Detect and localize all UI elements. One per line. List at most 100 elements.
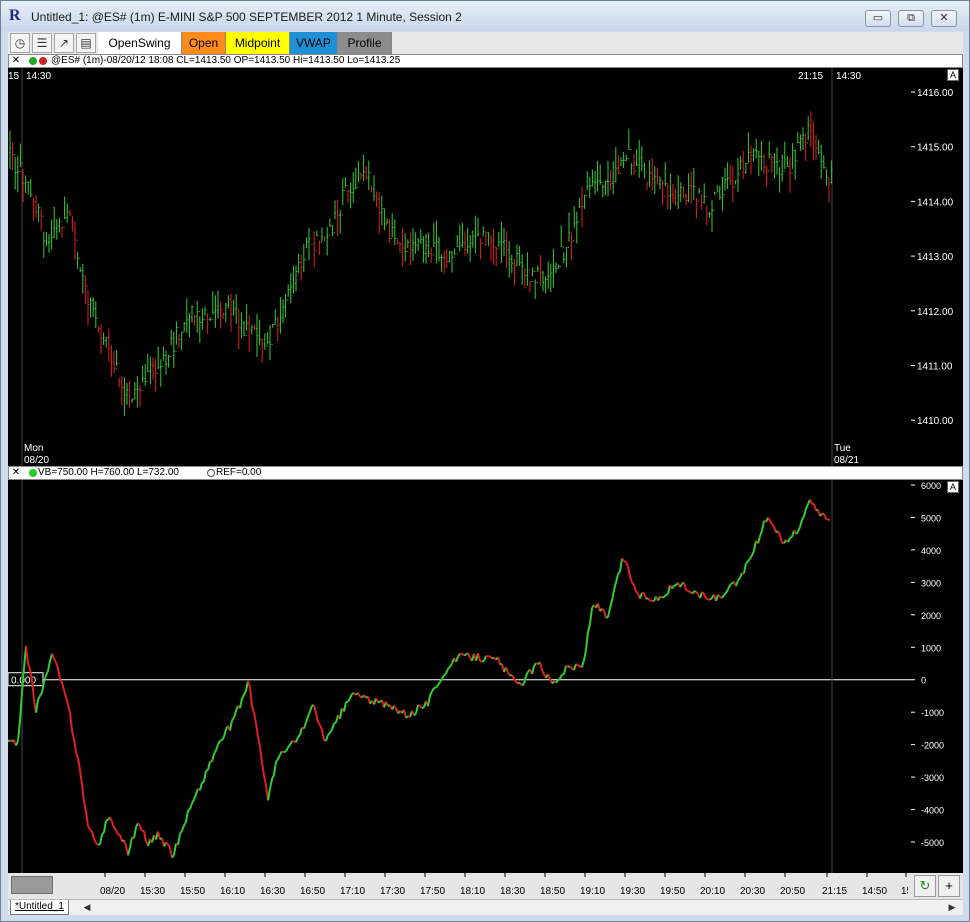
close-pane-icon[interactable]: ✕ bbox=[11, 467, 21, 479]
time-axis-label: 17:30 bbox=[380, 886, 405, 897]
indicator-segment bbox=[289, 740, 293, 746]
list-icon[interactable]: ▤ bbox=[76, 33, 96, 53]
price-chart[interactable]: 15 14:30 21:15 14:30 Mon 08/20 Tue 08/21 bbox=[8, 68, 911, 466]
indicator-segment bbox=[511, 674, 515, 680]
y-tick-label: 4000 bbox=[921, 546, 941, 556]
indicator-segment bbox=[71, 730, 75, 740]
time-axis-label: 18:30 bbox=[500, 886, 525, 897]
time-axis-label: 16:30 bbox=[260, 886, 285, 897]
indicator-segment bbox=[297, 734, 301, 738]
indicator-ref-text: REF=0.00 bbox=[216, 467, 262, 478]
indicator-segment bbox=[283, 750, 287, 754]
indicator-segment bbox=[119, 834, 123, 842]
indicator-segment bbox=[787, 537, 791, 543]
indicator-segment bbox=[753, 540, 757, 551]
day-label: Tue bbox=[834, 443, 851, 454]
y-tick-label: 0 bbox=[921, 676, 926, 686]
indicator-segment bbox=[129, 837, 133, 848]
indicator-segment bbox=[75, 751, 79, 759]
minimize-button[interactable]: ▭ bbox=[865, 10, 891, 27]
indicator-segment bbox=[611, 589, 615, 601]
indicator-segment bbox=[601, 608, 605, 612]
indicator-axis-auto-button[interactable]: A bbox=[947, 481, 959, 493]
indicator-segment bbox=[803, 508, 807, 517]
indicator-segment bbox=[253, 712, 257, 724]
indicator-segment bbox=[263, 775, 267, 786]
indicator-segment bbox=[435, 684, 439, 689]
open-button[interactable]: Open bbox=[182, 32, 226, 54]
indicator-segment bbox=[447, 665, 451, 670]
chart-icon[interactable]: ↗ bbox=[54, 33, 74, 53]
indicator-segment bbox=[533, 662, 537, 667]
indicator-segment bbox=[215, 744, 219, 751]
indicator-segment bbox=[299, 727, 303, 736]
price-axis[interactable]: 1416.00 1415.00 1414.00 1413.00 1412.00 1411.… bbox=[911, 68, 963, 466]
indicator-segment bbox=[219, 739, 223, 742]
indicator-segment bbox=[269, 778, 273, 789]
indicator-segment bbox=[737, 577, 741, 582]
indicator-segment bbox=[441, 674, 445, 680]
indicator-segment bbox=[61, 681, 65, 691]
indicator-segment bbox=[255, 722, 259, 738]
indicator-segment bbox=[213, 749, 217, 755]
indicator-segment bbox=[403, 709, 407, 719]
indicator-segment bbox=[57, 668, 61, 680]
indicator-axis[interactable]: 6000 5000 4000 3000 2000 1000 0 -1000 -2000 -3000… bbox=[911, 480, 963, 873]
indicator-segment bbox=[757, 535, 761, 544]
indicator-segment bbox=[27, 662, 31, 670]
stack-icon[interactable]: ☰ bbox=[32, 33, 52, 53]
indicator-segment bbox=[723, 592, 727, 596]
y-tick-label: 1413.00 bbox=[917, 252, 954, 263]
indicator-header-text: VB=750.00 H=760.00 L=732.00 bbox=[38, 467, 179, 478]
indicator-segment bbox=[513, 678, 517, 683]
close-pane-icon[interactable]: ✕ bbox=[11, 55, 21, 67]
indicator-segment bbox=[823, 513, 827, 520]
indicator-segment bbox=[429, 691, 433, 696]
indicator-segment bbox=[229, 720, 233, 731]
refresh-icon[interactable]: ↻ bbox=[914, 875, 936, 897]
indicator-segment bbox=[81, 784, 85, 802]
indicator-segment bbox=[339, 707, 343, 719]
price-axis-auto-button[interactable]: A bbox=[947, 69, 959, 81]
indicator-segment bbox=[233, 710, 237, 718]
time-axis-bar[interactable]: 08/20 15:30 15:50 16:10 16:30 16:50 17:10 17:30… bbox=[8, 873, 963, 899]
workspace-tab[interactable]: *Untitled_1 bbox=[10, 900, 69, 915]
indicator-segment bbox=[143, 830, 147, 842]
tab-scroll-right-icon[interactable]: ▶ bbox=[945, 901, 959, 914]
restore-button[interactable]: ⧉ bbox=[898, 10, 924, 27]
indicator-segment bbox=[695, 590, 699, 595]
time-axis-label: 18:50 bbox=[540, 886, 565, 897]
profile-button[interactable]: Profile bbox=[338, 32, 392, 54]
indicator-segment bbox=[207, 761, 211, 771]
indicator-segment bbox=[51, 653, 55, 660]
indicator-segment bbox=[629, 576, 633, 584]
toolbar: ◷ ☰ ↗ ▤ OpenSwing Open Midpoint VWAP Pro… bbox=[8, 32, 963, 54]
indicator-segment bbox=[363, 694, 367, 699]
indicator-segment bbox=[659, 595, 663, 599]
indicator-segment bbox=[521, 682, 525, 687]
indicator-segment bbox=[421, 706, 425, 710]
time-axis-label: 15:50 bbox=[180, 886, 205, 897]
indicator-segment bbox=[619, 558, 623, 572]
indicator-segment bbox=[767, 516, 771, 522]
indicator-segment bbox=[721, 594, 725, 599]
indicator-chart[interactable]: 0.000 bbox=[7, 480, 911, 873]
indicator-segment bbox=[563, 665, 567, 675]
tab-scroll-left-icon[interactable]: ◀ bbox=[80, 901, 94, 914]
indicator-segment bbox=[217, 740, 221, 745]
indicator-segment bbox=[489, 655, 493, 660]
openswing-button[interactable]: OpenSwing bbox=[98, 32, 182, 54]
clock-icon[interactable]: ◷ bbox=[10, 33, 30, 53]
indicator-segment bbox=[467, 652, 471, 659]
indicator-segment bbox=[307, 710, 311, 718]
midpoint-button[interactable]: Midpoint bbox=[226, 32, 290, 54]
indicator-segment bbox=[133, 826, 137, 839]
vwap-button[interactable]: VWAP bbox=[290, 32, 338, 54]
time-label: 21:15 bbox=[798, 71, 823, 82]
indicator-segment bbox=[37, 695, 41, 701]
close-button[interactable]: ✕ bbox=[931, 10, 957, 27]
indicator-segment bbox=[309, 705, 313, 712]
y-tick-label: 3000 bbox=[921, 578, 941, 588]
zoom-in-button[interactable]: + bbox=[938, 875, 960, 897]
indicator-segment bbox=[285, 747, 289, 752]
